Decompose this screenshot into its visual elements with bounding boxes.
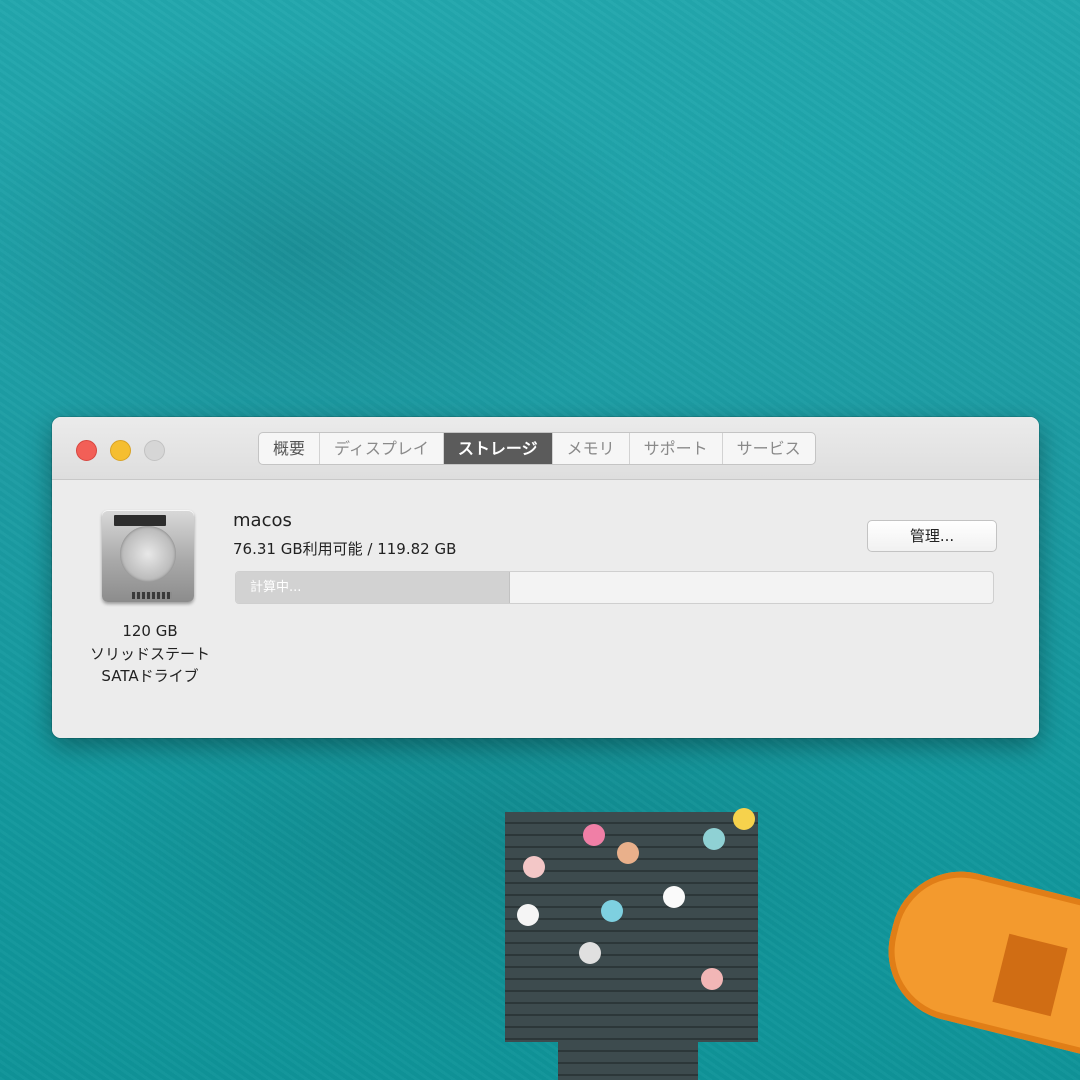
drive-interface: SATAドライブ: [101, 667, 199, 685]
drive-connector: [132, 592, 172, 599]
window-titlebar[interactable]: 概要 ディスプレイ ストレージ メモリ サポート サービス: [52, 417, 1039, 480]
close-button[interactable]: [76, 440, 97, 461]
tab-displays[interactable]: ディスプレイ: [320, 433, 444, 464]
drive-type: ソリッドステート: [89, 644, 210, 663]
wallpaper-person: [617, 842, 639, 864]
hard-drive-icon: [102, 510, 194, 602]
tab-storage[interactable]: ストレージ: [443, 433, 553, 464]
tab-memory[interactable]: メモリ: [553, 433, 630, 464]
wallpaper-walkway: [558, 1040, 698, 1080]
drive-label-strip: [114, 515, 166, 526]
tab-service[interactable]: サービス: [723, 433, 815, 464]
manage-button[interactable]: 管理...: [867, 520, 997, 552]
wallpaper-person: [701, 968, 723, 990]
storage-usage-bar: 計算中...: [235, 571, 994, 604]
wallpaper-person: [601, 900, 623, 922]
wallpaper-person: [663, 886, 685, 908]
minimize-button[interactable]: [110, 440, 131, 461]
tab-overview[interactable]: 概要: [259, 433, 321, 464]
tab-bar: 概要 ディスプレイ ストレージ メモリ サポート サービス: [258, 432, 816, 465]
wallpaper-person: [517, 904, 539, 926]
volume-name: macos: [233, 510, 292, 531]
volume-availability: 76.31 GB利用可能 / 119.82 GB: [233, 540, 457, 558]
storage-usage-status: 計算中...: [250, 580, 302, 595]
zoom-button: [144, 440, 165, 461]
wallpaper-pier: [505, 808, 758, 1042]
about-this-mac-window: 概要 ディスプレイ ストレージ メモリ サポート サービス 120 GB ソリッ…: [52, 417, 1039, 738]
tab-support[interactable]: サポート: [630, 433, 723, 464]
wallpaper-person: [583, 824, 605, 846]
drive-capacity: 120 GB: [122, 622, 178, 640]
drive-platter: [120, 526, 176, 582]
wallpaper-person: [523, 856, 545, 878]
wallpaper-person: [703, 828, 725, 850]
drive-description: 120 GB ソリッドステート SATAドライブ: [70, 620, 230, 688]
wallpaper-person: [579, 942, 601, 964]
wallpaper-person: [733, 808, 755, 830]
storage-pane: 120 GB ソリッドステート SATAドライブ macos 76.31 GB利…: [52, 480, 1039, 738]
